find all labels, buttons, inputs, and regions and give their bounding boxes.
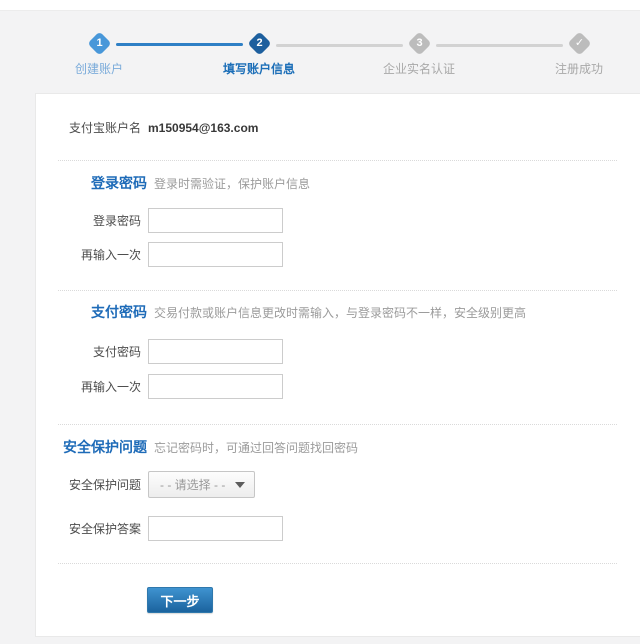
account-name-row: 支付宝账户名 m150954@163.com (36, 119, 640, 136)
step-number: 1 (91, 35, 108, 52)
step-fill-account-info: 2 填写账户信息 (179, 33, 339, 77)
payment-password-input[interactable] (148, 339, 283, 364)
login-password-section-header: 登录密码 登录时需验证，保护账户信息 (36, 173, 640, 193)
security-question-label: 安全保护问题 (36, 476, 141, 493)
security-question-heading: 安全保护问题 (36, 437, 147, 457)
step-label: 创建账户 (19, 60, 179, 77)
payment-password-row: 支付密码 (36, 339, 640, 364)
payment-password-confirm-label: 再输入一次 (36, 378, 141, 395)
login-password-confirm-label: 再输入一次 (36, 246, 141, 263)
progress-stepper: 1 创建账户 2 填写账户信息 3 企业实名认证 ✓ 注册成功 (0, 0, 640, 90)
chevron-down-icon (235, 482, 245, 488)
security-answer-label: 安全保护答案 (36, 520, 141, 537)
divider (58, 290, 617, 291)
login-password-label: 登录密码 (36, 212, 141, 229)
account-name-value: m150954@163.com (148, 121, 258, 135)
security-answer-input[interactable] (148, 516, 283, 541)
payment-password-hint: 交易付款或账户信息更改时需输入，与登录密码不一样，安全级别更高 (154, 304, 526, 321)
step-1-badge: 1 (87, 31, 111, 55)
step-3-badge: 3 (407, 31, 431, 55)
security-question-row: 安全保护问题 - - 请选择 - - (36, 471, 640, 498)
step-number: 2 (251, 35, 268, 52)
payment-password-heading: 支付密码 (36, 302, 147, 322)
step-label: 注册成功 (499, 60, 640, 77)
step-number: 3 (411, 35, 428, 52)
next-step-button[interactable]: 下一步 (147, 587, 213, 613)
step-enterprise-verification: 3 企业实名认证 (339, 33, 499, 77)
account-name-label: 支付宝账户名 (36, 119, 141, 136)
security-question-selected-value: - - 请选择 - - (149, 476, 225, 493)
login-password-confirm-row: 再输入一次 (36, 242, 640, 267)
payment-password-section-header: 支付密码 交易付款或账户信息更改时需输入，与登录密码不一样，安全级别更高 (36, 302, 640, 322)
divider (58, 424, 617, 425)
payment-password-confirm-row: 再输入一次 (36, 374, 640, 399)
security-answer-row: 安全保护答案 (36, 516, 640, 541)
divider (58, 160, 617, 161)
check-icon: ✓ (567, 31, 591, 55)
payment-password-label: 支付密码 (36, 343, 141, 360)
security-question-hint: 忘记密码时，可通过回答问题找回密码 (154, 439, 358, 456)
step-label: 企业实名认证 (339, 60, 499, 77)
security-question-section-header: 安全保护问题 忘记密码时，可通过回答问题找回密码 (36, 437, 640, 457)
divider (58, 563, 617, 564)
login-password-hint: 登录时需验证，保护账户信息 (154, 175, 310, 192)
step-2-badge: 2 (247, 31, 271, 55)
step-label: 填写账户信息 (179, 60, 339, 77)
login-password-input[interactable] (148, 208, 283, 233)
registration-form-panel: 支付宝账户名 m150954@163.com 登录密码 登录时需验证，保护账户信… (35, 93, 640, 637)
step-create-account: 1 创建账户 (19, 33, 179, 77)
check-glyph: ✓ (571, 35, 588, 52)
security-question-select[interactable]: - - 请选择 - - (148, 471, 255, 498)
login-password-heading: 登录密码 (36, 173, 147, 193)
login-password-confirm-input[interactable] (148, 242, 283, 267)
login-password-row: 登录密码 (36, 208, 640, 233)
payment-password-confirm-input[interactable] (148, 374, 283, 399)
step-registration-success: ✓ 注册成功 (499, 33, 640, 77)
